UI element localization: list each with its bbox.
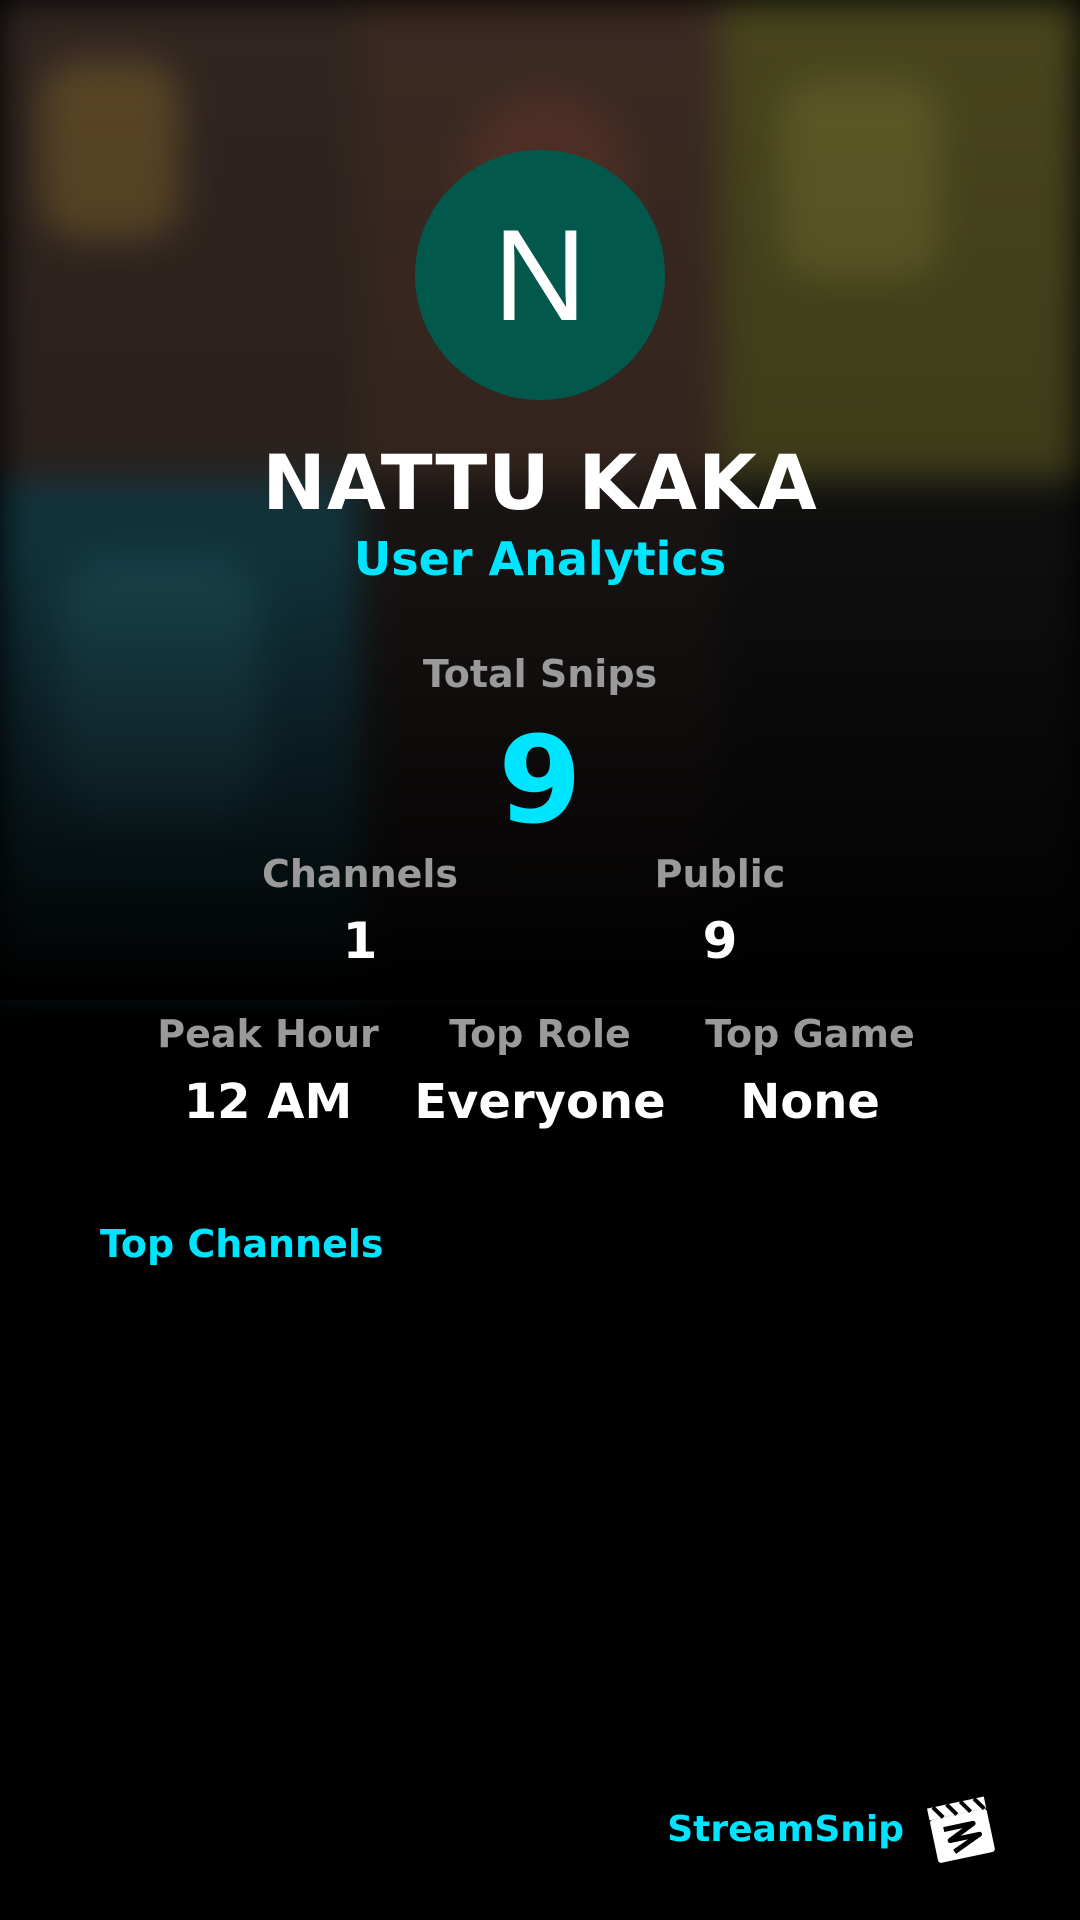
top-role-label: Top Role <box>449 1012 631 1056</box>
channels-stat: Channels 1 <box>210 852 510 970</box>
top-game-value: None <box>740 1074 880 1130</box>
brand-footer: StreamSnip <box>667 1790 1000 1868</box>
page-subtitle: User Analytics <box>353 532 727 586</box>
clapperboard-icon <box>927 1796 995 1863</box>
avatar: N <box>415 150 665 400</box>
avatar-initial: N <box>493 202 587 348</box>
peak-hour-value: 12 AM <box>183 1074 353 1130</box>
total-snips-label: Total Snips <box>422 652 658 696</box>
top-game-label: Top Game <box>705 1012 915 1056</box>
channels-label: Channels <box>261 852 459 896</box>
top-role-stat: Top Role Everyone <box>390 1012 690 1130</box>
public-label: Public <box>654 852 786 896</box>
top-game-stat: Top Game None <box>660 1012 960 1130</box>
channels-value: 1 <box>342 912 378 970</box>
public-value: 9 <box>702 912 738 970</box>
peak-hour-label: Peak Hour <box>157 1012 379 1056</box>
top-role-value: Everyone <box>414 1074 666 1130</box>
top-channels-heading: Top Channels <box>100 1222 384 1266</box>
user-name: NATTU KAKA <box>262 438 818 527</box>
peak-hour-stat: Peak Hour 12 AM <box>118 1012 418 1130</box>
brand-name: StreamSnip <box>667 1808 904 1850</box>
public-stat: Public 9 <box>570 852 870 970</box>
total-snips-value: 9 <box>498 712 582 851</box>
